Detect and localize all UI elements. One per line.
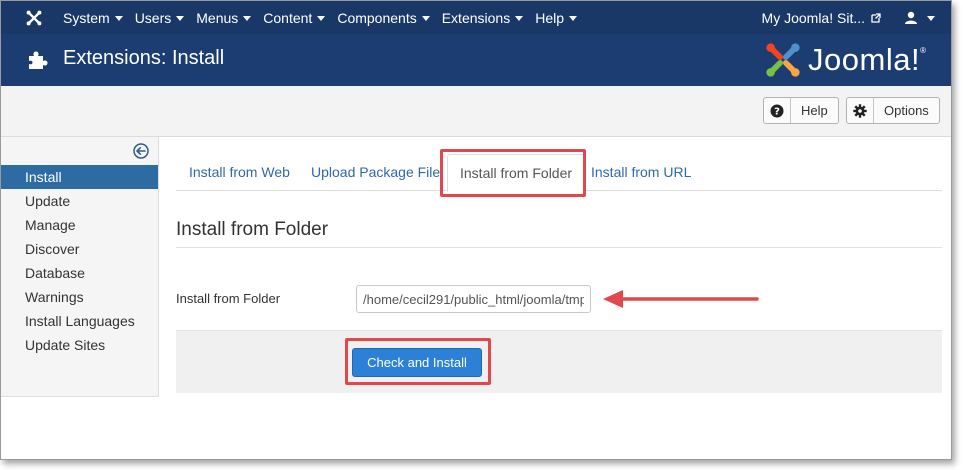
collapse-sidebar-icon[interactable]	[133, 143, 149, 159]
joomla-logo-icon	[766, 43, 800, 77]
user-icon	[905, 11, 917, 24]
sidebar-item-database[interactable]: Database	[1, 261, 158, 285]
sidebar-item-install[interactable]: Install	[1, 165, 158, 189]
caret-down-icon	[421, 16, 430, 21]
caret-down-icon	[176, 16, 185, 21]
menu-users[interactable]: Users	[135, 10, 185, 26]
joomla-brand-logo: Joomla! ®	[764, 40, 926, 80]
menu-components[interactable]: Components	[337, 10, 430, 26]
help-button[interactable]: ? Help	[763, 97, 839, 124]
toolbar: ? Help Options	[1, 86, 951, 137]
gear-icon	[847, 98, 874, 123]
section-title: Install from Folder	[176, 219, 329, 240]
joomla-wordmark: Joomla!	[808, 42, 921, 77]
caret-down-icon	[569, 16, 577, 21]
install-folder-input[interactable]	[356, 285, 591, 313]
page-title: Extensions: Install	[63, 47, 225, 69]
question-circle-icon: ?	[764, 98, 791, 123]
svg-text:?: ?	[774, 106, 780, 117]
menu-extensions[interactable]: Extensions	[442, 10, 524, 26]
menu-help[interactable]: Help	[535, 10, 577, 26]
caret-down-icon	[515, 16, 524, 21]
puzzle-piece-icon	[29, 51, 48, 69]
app-window: System Users Menus Content Components Ex…	[0, 0, 952, 460]
caret-down-icon	[243, 16, 252, 21]
form-actions: Check and Install	[176, 330, 942, 393]
sidebar-item-update[interactable]: Update	[1, 189, 158, 213]
caret-down-icon	[927, 16, 935, 21]
sidebar-nav: Install Update Manage Discover Database …	[1, 165, 158, 357]
menu-system[interactable]: System	[63, 10, 123, 26]
external-link-icon	[871, 12, 881, 23]
divider	[176, 247, 942, 248]
options-button[interactable]: Options	[846, 97, 940, 124]
user-menu[interactable]	[904, 1, 935, 34]
tab-install-from-web[interactable]: Install from Web	[189, 154, 290, 191]
sidebar-item-discover[interactable]: Discover	[1, 237, 158, 261]
menu-menus[interactable]: Menus	[196, 10, 252, 26]
annotation-highlight-tab	[440, 149, 586, 197]
site-link[interactable]: My Joomla! Sit...	[762, 1, 881, 34]
sidebar-item-install-languages[interactable]: Install Languages	[1, 309, 158, 333]
sidebar-item-manage[interactable]: Manage	[1, 213, 158, 237]
top-menu-bar: System Users Menus Content Components Ex…	[1, 1, 951, 34]
sidebar-item-warnings[interactable]: Warnings	[1, 285, 158, 309]
page-header: Extensions: Install Joomla! ®	[1, 34, 951, 86]
annotation-highlight-button	[345, 338, 491, 385]
main-menu: System Users Menus Content Components Ex…	[63, 1, 589, 34]
annotation-arrow	[603, 290, 759, 308]
caret-down-icon	[317, 16, 326, 21]
folder-field-label: Install from Folder	[176, 291, 281, 306]
joomla-logo-icon[interactable]	[25, 9, 43, 27]
tab-upload-package-file[interactable]: Upload Package File	[311, 154, 440, 191]
menu-content[interactable]: Content	[263, 10, 326, 26]
sidebar-item-update-sites[interactable]: Update Sites	[1, 333, 158, 357]
caret-down-icon	[114, 16, 123, 21]
sidebar: Install Update Manage Discover Database …	[1, 137, 159, 397]
registered-mark: ®	[920, 46, 926, 55]
tab-install-from-url[interactable]: Install from URL	[591, 154, 691, 191]
